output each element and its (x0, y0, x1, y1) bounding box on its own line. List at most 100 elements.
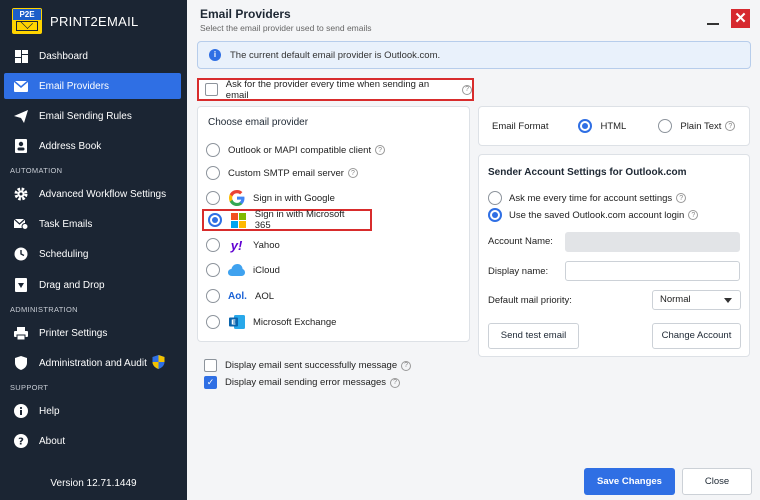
email-format-panel: Email Format HTML Plain Text ? (478, 106, 750, 146)
ask-provider-option[interactable]: Ask for the provider every time when sen… (197, 78, 474, 101)
display-success-checkbox[interactable] (204, 359, 217, 372)
minimize-button[interactable] (705, 10, 721, 26)
help-icon[interactable]: ? (688, 210, 699, 220)
sender-ask-option[interactable]: Ask me every time for account settings ? (488, 191, 687, 205)
help-icon[interactable]: ? (676, 193, 687, 203)
send-test-email-button[interactable]: Send test email (488, 323, 579, 349)
priority-select[interactable]: Normal (652, 290, 741, 310)
sidebar-item-help[interactable]: Help (4, 398, 181, 424)
provider-microsoft-365[interactable]: Sign in with Microsoft 365 (202, 209, 372, 231)
display-name-label: Display name: (488, 266, 549, 277)
provider-label: Outlook or MAPI compatible client (228, 144, 372, 156)
uac-shield-icon (152, 354, 165, 372)
version-label: Version 12.71.1449 (50, 478, 137, 489)
clock-icon (14, 247, 28, 261)
address-book-icon (14, 139, 28, 153)
email-format-row: Email Format HTML Plain Text ? (492, 119, 736, 133)
help-icon[interactable]: ? (375, 145, 386, 155)
provider-radio[interactable] (206, 263, 220, 277)
exchange-icon: E (228, 314, 245, 331)
page-subtitle: Select the email provider used to send e… (200, 23, 372, 33)
svg-text:E: E (231, 319, 236, 327)
provider-outlook-mapi[interactable]: Outlook or MAPI compatible client ? (206, 140, 386, 160)
sidebar-item-label: Scheduling (39, 248, 89, 260)
provider-panel: Choose email provider Outlook or MAPI co… (197, 106, 470, 342)
close-button[interactable]: Close (682, 468, 752, 495)
printer-icon (14, 326, 28, 340)
provider-label: Sign in with Google (253, 192, 335, 204)
sidebar-item-label: Task Emails (39, 218, 93, 230)
sidebar-item-printer-settings[interactable]: Printer Settings (4, 320, 181, 346)
sidebar-item-label: About (39, 435, 66, 447)
provider-yahoo[interactable]: y! Yahoo (206, 235, 280, 255)
help-icon[interactable]: ? (347, 168, 358, 178)
format-html-radio[interactable] (578, 119, 593, 133)
provider-label: AOL (255, 290, 275, 302)
sidebar-item-task-emails[interactable]: Task Emails (4, 211, 181, 237)
provider-radio[interactable] (206, 166, 220, 180)
window-close-button[interactable]: ✕ (731, 9, 750, 28)
provider-panel-title: Choose email provider (208, 117, 309, 128)
section-support: SUPPORT (10, 383, 49, 392)
email-format-label: Email Format (492, 120, 549, 132)
ask-provider-label: Ask for the provider every time when sen… (225, 78, 430, 101)
format-plain-radio[interactable] (658, 119, 673, 133)
sidebar-item-scheduling[interactable]: Scheduling (4, 241, 181, 267)
sender-saved-option[interactable]: Use the saved Outlook.com account login … (488, 208, 699, 222)
sidebar-item-drag-drop[interactable]: Drag and Drop (4, 272, 181, 298)
provider-aol[interactable]: Aol. AOL (206, 286, 274, 306)
account-name-label: Account Name: (488, 236, 553, 247)
provider-radio-selected[interactable] (208, 213, 222, 227)
display-error-checkbox[interactable]: ✓ (204, 376, 217, 389)
sender-ask-radio[interactable] (488, 191, 502, 205)
help-icon[interactable]: ? (401, 360, 412, 371)
sidebar-item-address-book[interactable]: Address Book (4, 133, 181, 159)
provider-radio[interactable] (206, 191, 220, 205)
sidebar-item-email-sending-rules[interactable]: Email Sending Rules (4, 103, 181, 129)
sidebar-item-about[interactable]: ? About (4, 428, 181, 454)
sender-saved-radio[interactable] (488, 208, 502, 222)
help-icon[interactable]: ? (390, 377, 401, 388)
provider-exchange[interactable]: E Microsoft Exchange (206, 312, 336, 332)
sidebar-item-advanced-workflow[interactable]: Advanced Workflow Settings (4, 181, 181, 207)
provider-radio[interactable] (206, 143, 220, 157)
format-plain-label: Plain Text (680, 120, 722, 132)
provider-label: Custom SMTP email server (228, 167, 344, 179)
display-name-field[interactable] (565, 261, 740, 281)
section-automation: AUTOMATION (10, 166, 63, 175)
sidebar-item-dashboard[interactable]: Dashboard (4, 43, 181, 69)
sidebar-item-email-providers[interactable]: Email Providers (4, 73, 181, 99)
icloud-icon (228, 262, 245, 279)
envelope-icon (16, 21, 38, 31)
brand: P2E PRINT2EMAIL (12, 8, 139, 34)
priority-label: Default mail priority: (488, 295, 572, 306)
section-administration: ADMINISTRATION (10, 305, 78, 314)
provider-radio[interactable] (206, 289, 220, 303)
help-icon[interactable]: ? (725, 121, 736, 131)
display-success-option[interactable]: Display email sent successfully message … (204, 359, 412, 372)
provider-label: Sign in with Microsoft 365 (254, 209, 345, 231)
provider-icloud[interactable]: iCloud (206, 260, 280, 280)
chevron-down-icon (724, 298, 732, 303)
info-banner: i The current default email provider is … (197, 41, 751, 69)
sidebar-item-label: Printer Settings (39, 327, 108, 339)
provider-radio[interactable] (206, 238, 220, 252)
task-email-icon (14, 217, 28, 231)
provider-radio[interactable] (206, 315, 220, 329)
provider-google[interactable]: Sign in with Google (206, 188, 335, 208)
drop-icon (14, 278, 28, 292)
change-account-button[interactable]: Change Account (652, 323, 741, 349)
dashboard-icon (14, 49, 28, 63)
account-name-field (565, 232, 740, 252)
sidebar-item-label: Dashboard (39, 50, 88, 62)
aol-icon: Aol. (228, 290, 247, 302)
save-changes-button[interactable]: Save Changes (584, 468, 675, 495)
display-error-option[interactable]: ✓ Display email sending error messages ? (204, 376, 401, 389)
sidebar-item-label: Advanced Workflow Settings (39, 188, 167, 200)
sidebar-item-administration-audit[interactable]: Administration and Audit (4, 350, 181, 376)
sender-saved-label: Use the saved Outlook.com account login (509, 209, 685, 221)
sender-ask-label: Ask me every time for account settings (509, 192, 673, 204)
provider-custom-smtp[interactable]: Custom SMTP email server ? (206, 163, 358, 183)
help-icon[interactable]: ? (462, 84, 472, 95)
ask-provider-checkbox[interactable] (205, 83, 218, 96)
